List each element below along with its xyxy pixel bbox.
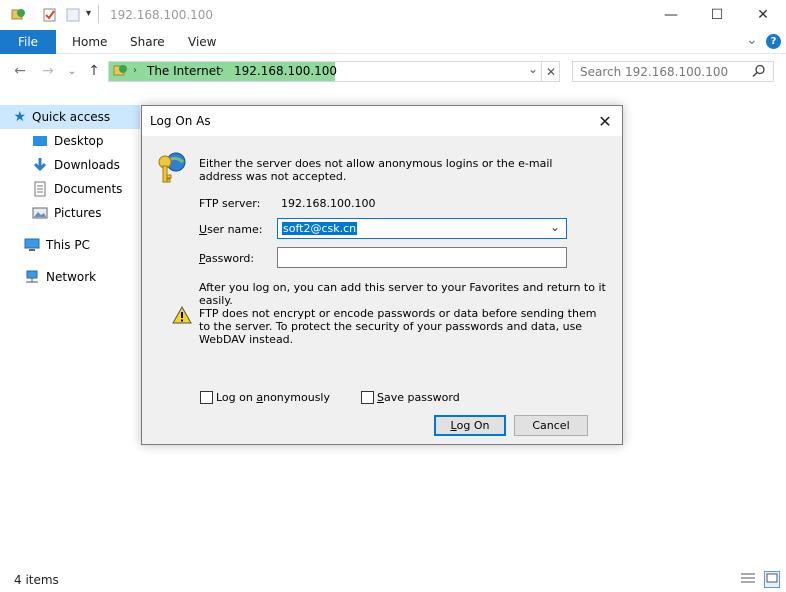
computer-icon [24,237,40,253]
label-mnemonic: S [377,391,384,404]
recent-locations-icon[interactable]: ⌄ [62,61,82,81]
sidebar-item-downloads[interactable]: Downloads [0,153,140,177]
maximize-button[interactable]: ☐ [694,0,740,30]
network-folder-icon [10,7,26,23]
password-field[interactable] [277,247,567,268]
user-name-combobox[interactable]: soft2@csk.cn ⌄ [277,218,567,239]
tab-file[interactable]: File [0,30,56,54]
sidebar-item-this-pc[interactable]: This PC [0,233,140,257]
tab-home[interactable]: Home [58,30,121,54]
sidebar-item-label: Network [46,270,97,284]
dialog-intro-text: Either the server does not allow anonymo… [199,157,553,183]
checkbox-box[interactable] [200,391,213,404]
search-placeholder: Search 192.168.100.100 [580,65,729,79]
ftp-server-value: 192.168.100.100 [281,197,376,210]
user-name-value: soft2@csk.cn [282,222,358,235]
user-name-label-text: ser name: [207,223,263,236]
close-button[interactable]: ✕ [740,0,786,30]
save-password-label: Save password [377,391,460,404]
ftp-server-label: FTP server: [199,197,261,210]
dialog-title-bar: Log On As ✕ [142,106,622,136]
after-logon-text: After you log on, you can add this serve… [199,281,606,307]
warning-icon [172,305,192,327]
close-icon: ✕ [757,7,769,23]
customize-toolbar-icon[interactable]: ▾ [86,8,91,19]
window-title: 192.168.100.100 [110,8,214,22]
chevron-down-icon[interactable]: ⌄ [550,220,560,234]
password-label: Password: [199,252,254,265]
minimize-icon: — [664,7,678,23]
password-label-text: assword: [205,252,255,265]
details-view-icon[interactable] [740,571,756,588]
log-on-anonymously-label: Log on anonymously [216,391,330,404]
search-input[interactable]: Search 192.168.100.100 [572,61,774,82]
sidebar-item-label: This PC [46,238,90,252]
desktop-icon [32,133,48,149]
checkbox-box[interactable] [361,391,374,404]
key-globe-icon [156,150,188,189]
dialog-close-button[interactable]: ✕ [590,108,620,134]
forward-icon[interactable]: → [38,61,58,81]
cancel-button[interactable]: Cancel [514,415,588,436]
search-icon[interactable] [752,64,766,81]
warning-text: FTP does not encrypt or encode passwords… [199,307,597,346]
title-bar: ▾ 192.168.100.100 — ☐ ✕ [0,0,786,30]
sidebar-item-pictures[interactable]: Pictures [0,201,140,225]
breadcrumb-separator-icon: › [133,65,137,76]
sidebar-item-documents[interactable]: Documents [0,177,140,201]
maximize-icon: ☐ [710,7,724,23]
sidebar-item-label: Documents [54,182,123,196]
help-icon[interactable]: ? [766,34,781,49]
label-text: nonymously [263,391,330,404]
tab-view[interactable]: View [174,30,230,54]
network-icon [24,269,40,285]
minimize-button[interactable]: — [648,0,694,30]
item-count: 4 items [14,573,59,587]
log-on-as-dialog: Log On As ✕ Either the server does not a… [141,105,623,445]
log-on-anonymously-checkbox[interactable]: Log on anonymously [200,391,330,404]
back-icon[interactable]: ← [10,61,30,81]
sidebar-item-label: Pictures [54,206,102,220]
breadcrumb-separator-icon: › [220,65,224,76]
button-label: og On [456,419,490,432]
save-password-checkbox[interactable]: Save password [361,391,460,404]
sidebar-item-label: Desktop [54,134,104,148]
log-on-button[interactable]: Log On [434,415,506,436]
sidebar-item-quick-access[interactable]: ★ Quick access [0,105,140,129]
breadcrumb-ip[interactable]: 192.168.100.100 [234,64,337,78]
up-icon[interactable]: ↑ [84,61,104,81]
star-icon: ★ [13,109,26,125]
divider [98,5,99,23]
user-name-label: User name: [199,223,262,236]
address-dropdown-icon[interactable]: ⌄ [528,62,538,76]
sidebar-item-desktop[interactable]: Desktop [0,129,140,153]
user-name-mnemonic: U [199,223,208,236]
sidebar-item-label: Quick access [32,110,111,124]
new-folder-icon[interactable] [65,7,81,23]
pictures-icon [32,205,48,221]
download-icon [32,157,48,173]
sidebar-item-label: Downloads [54,158,120,172]
expand-ribbon-icon[interactable]: ⌄ [746,32,758,48]
network-location-icon [112,63,128,82]
large-icons-view-icon[interactable] [764,571,780,588]
tab-share[interactable]: Share [116,30,179,54]
dialog-title: Log On As [150,114,211,128]
properties-icon[interactable] [42,7,58,23]
breadcrumb-the-internet[interactable]: The Internet [147,64,221,78]
label-text: Log on [216,391,257,404]
ribbon: File Home Share View ⌄ ? [0,30,786,54]
stop-icon[interactable]: ✕ [541,61,560,82]
label-text: ave password [383,391,460,404]
document-icon [32,181,48,197]
sidebar-item-network[interactable]: Network [0,265,140,289]
